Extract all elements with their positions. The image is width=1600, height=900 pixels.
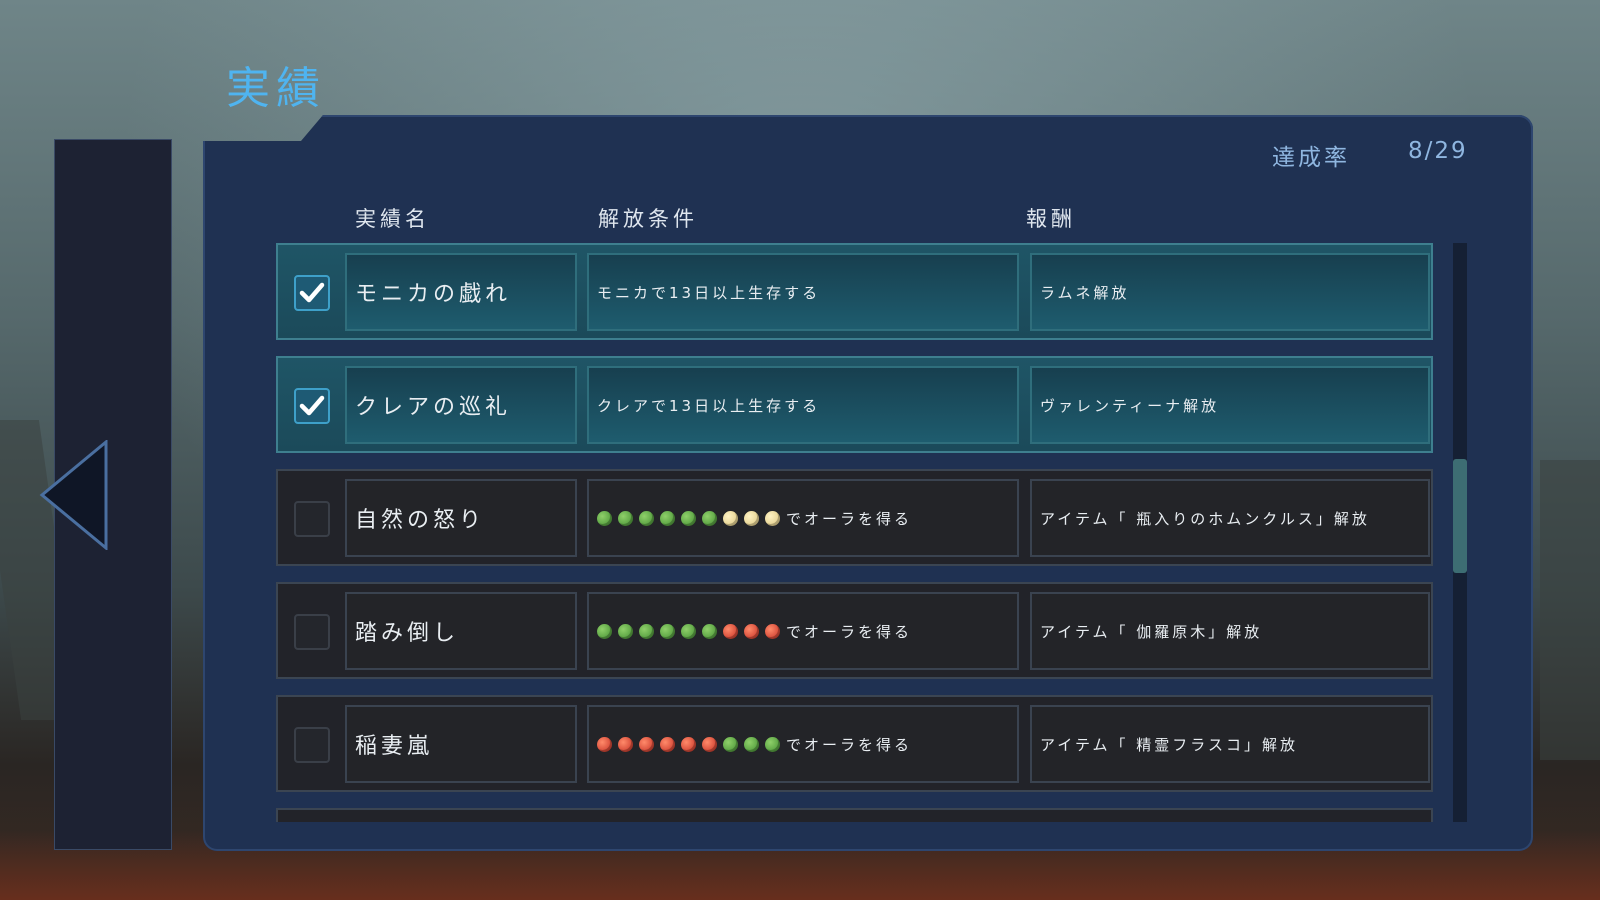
green-orb-icon [765,736,780,752]
achievement-reward: アイテム「 精霊フラスコ」解放 [1030,705,1430,783]
column-header-name: 実績名 [355,207,430,231]
achievement-checkbox [294,727,330,763]
achievement-condition-text: モニカで13日以上生存する [597,283,821,302]
red-orb-icon [765,623,780,639]
green-orb-icon [744,736,759,752]
green-orb-icon [681,623,696,639]
achievement-name: 稲妻嵐 [345,705,577,783]
achievement-name: モニカの戯れ [345,253,577,331]
green-orb-icon [660,623,675,639]
yellow-orb-icon [723,510,738,526]
checkmark-icon [299,282,325,303]
column-header-condition: 解放条件 [598,207,698,231]
green-orb-icon [618,623,633,639]
achievement-row[interactable]: 稲妻嵐 でオーラを得る アイテム「 精霊フラスコ」解放 [276,695,1433,792]
achievement-checkbox [294,614,330,650]
achievement-condition: でオーラを得る [587,479,1019,557]
achievement-row[interactable]: クレアの巡礼 クレアで13日以上生存する ヴァレンティーナ解放 [276,356,1433,453]
checkmark-icon [299,395,325,416]
achievement-condition: クレアで13日以上生存する [587,366,1019,444]
green-orb-icon [639,623,654,639]
yellow-orb-icon [765,510,780,526]
yellow-orb-icon [744,510,759,526]
achievement-condition: モニカで13日以上生存する [587,253,1019,331]
achievement-checkbox [294,388,330,424]
green-orb-icon [702,623,717,639]
achievement-condition-text: でオーラを得る [786,509,913,528]
achievement-row-partial[interactable] [276,808,1433,822]
green-orb-icon [681,510,696,526]
achievement-checkbox [294,501,330,537]
red-orb-icon [597,736,612,752]
achievement-reward: ヴァレンティーナ解放 [1030,366,1430,444]
achievement-name: クレアの巡礼 [345,366,577,444]
scrollbar-thumb[interactable] [1453,459,1467,573]
achievement-reward: アイテム「 瓶入りのホムンクルス」解放 [1030,479,1430,557]
green-orb-icon [723,736,738,752]
background-ruin [1540,460,1600,760]
back-arrow-icon[interactable] [38,440,108,550]
green-orb-icon [639,510,654,526]
green-orb-icon [618,510,633,526]
red-orb-icon [723,623,738,639]
achievement-condition-text: でオーラを得る [786,622,913,641]
red-orb-icon [744,623,759,639]
green-orb-icon [702,510,717,526]
achievement-condition-text: でオーラを得る [786,735,913,754]
achievement-row[interactable]: 踏み倒し でオーラを得る アイテム「 伽羅原木」解放 [276,582,1433,679]
red-orb-icon [639,736,654,752]
completion-rate-value: 8/29 [1408,138,1468,164]
achievement-reward: ラムネ解放 [1030,253,1430,331]
achievement-condition: でオーラを得る [587,592,1019,670]
achievement-list: モニカの戯れ モニカで13日以上生存する ラムネ解放クレアの巡礼 クレアで13日以上生… [262,243,1456,822]
achievement-row[interactable]: 自然の怒り でオーラを得る アイテム「 瓶入りのホムンクルス」解放 [276,469,1433,566]
achievement-condition: でオーラを得る [587,705,1019,783]
completion-rate-label: 達成率 [1272,145,1350,171]
achievement-name: 踏み倒し [345,592,577,670]
achievement-checkbox [294,275,330,311]
achievement-name: 自然の怒り [345,479,577,557]
screen-title: 実績 [226,63,326,114]
green-orb-icon [597,623,612,639]
red-orb-icon [702,736,717,752]
red-orb-icon [660,736,675,752]
red-orb-icon [618,736,633,752]
column-header-reward: 報酬 [1026,207,1076,231]
achievement-condition-text: クレアで13日以上生存する [597,396,821,415]
green-orb-icon [597,510,612,526]
achievement-row[interactable]: モニカの戯れ モニカで13日以上生存する ラムネ解放 [276,243,1433,340]
achievement-reward: アイテム「 伽羅原木」解放 [1030,592,1430,670]
red-orb-icon [681,736,696,752]
green-orb-icon [660,510,675,526]
